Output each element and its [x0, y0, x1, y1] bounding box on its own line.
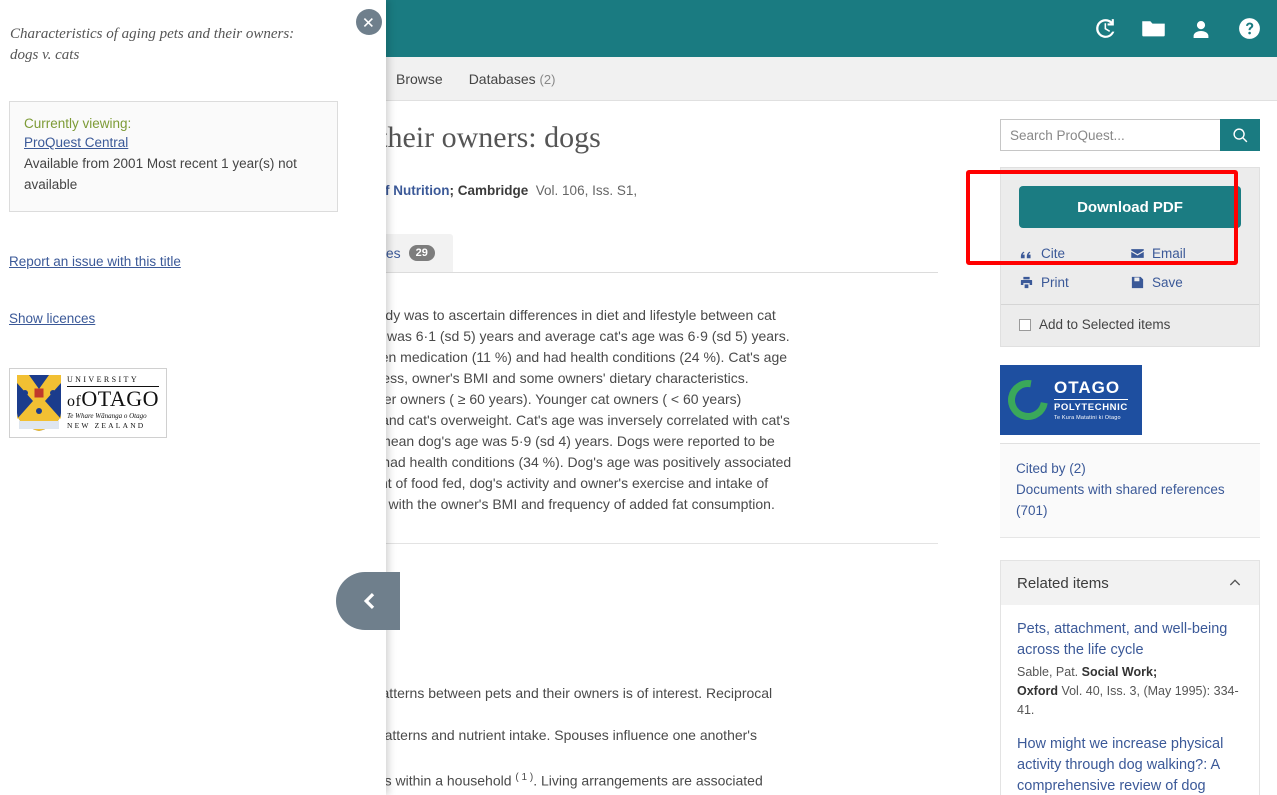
nav-items: Browse Databases (2) — [396, 57, 555, 101]
add-to-selected-items-row[interactable]: Add to Selected items — [1019, 305, 1241, 346]
print-action[interactable]: Print — [1019, 275, 1130, 290]
body-line-3b: . Living arrangements are associated — [533, 772, 763, 789]
related-items-header[interactable]: Related items — [1001, 561, 1259, 605]
otago-line2: ofOTAGO — [67, 388, 159, 410]
overlay-title: Characteristics of aging pets and their … — [10, 26, 295, 63]
document-actions-card: Download PDF Cite Email Print Save Add t… — [1000, 167, 1260, 347]
related-item-author: Sable, Pat. — [1017, 665, 1079, 679]
related-item-journal: Social Work; — [1081, 665, 1158, 679]
header-icon-group — [1091, 0, 1263, 57]
otago-polytechnic-logo: OTAGO POLYTECHNIC Te Kura Matatini ki Ot… — [1000, 365, 1142, 435]
search-icon — [1232, 127, 1247, 142]
report-issue-link[interactable]: Report an issue with this title — [9, 254, 386, 269]
university-of-otago-logo: UNIVERSITY ofOTAGO Te Whare Wānanga o Ot… — [9, 368, 167, 438]
related-items-list: Pets, attachment, and well-being across … — [1001, 605, 1259, 795]
otago-line3: Te Whare Wānanga o Otago — [67, 412, 147, 421]
save-action[interactable]: Save — [1130, 275, 1241, 290]
search-button[interactable] — [1220, 119, 1260, 151]
nav-item-databases-label: Databases — [468, 71, 536, 87]
proquest-central-link[interactable]: ProQuest Central — [24, 135, 323, 150]
otago-wordmark: UNIVERSITY ofOTAGO Te Whare Wānanga o Ot… — [67, 376, 160, 431]
tab-references-badge: 29 — [408, 244, 435, 261]
close-icon[interactable] — [356, 9, 382, 35]
related-item-publisher: Oxford — [1017, 684, 1058, 698]
currently-viewing-box: Currently viewing: ProQuest Central Avai… — [9, 101, 338, 212]
related-item-title[interactable]: Pets, attachment, and well-being across … — [1017, 619, 1243, 661]
source-publisher: Cambridge — [457, 182, 529, 198]
related-item-title[interactable]: How might we increase physical activity … — [1017, 734, 1243, 795]
shared-references-link[interactable]: Documents with shared references — [1016, 479, 1244, 500]
cite-action[interactable]: Cite — [1019, 246, 1130, 261]
search-row — [1000, 119, 1260, 151]
right-rail: Download PDF Cite Email Print — [1000, 101, 1260, 795]
email-action-label: Email — [1152, 246, 1186, 261]
floppy-disk-icon — [1131, 276, 1144, 289]
folder-icon[interactable] — [1139, 15, 1167, 43]
otago-of: of — [67, 393, 82, 411]
email-action[interactable]: Email — [1130, 246, 1241, 261]
add-to-selected-items-label: Add to Selected items — [1039, 317, 1171, 332]
search-input[interactable] — [1000, 119, 1220, 151]
nav-item-browse-label: Browse — [396, 71, 443, 87]
print-action-label: Print — [1041, 275, 1069, 290]
show-licences-link[interactable]: Show licences — [9, 311, 386, 326]
recent-searches-icon[interactable] — [1091, 15, 1119, 43]
otago-poly-line1: OTAGO — [1054, 378, 1121, 397]
cited-by-link[interactable]: Cited by (2) — [1016, 458, 1244, 479]
availability-overlay-panel: Characteristics of aging pets and their … — [0, 0, 386, 795]
availability-note: Available from 2001 Most recent 1 year(s… — [24, 156, 297, 192]
otago-poly-line3: Te Kura Matatini ki Otago — [1054, 414, 1121, 421]
nav-item-databases[interactable]: Databases (2) — [469, 71, 556, 87]
related-items-heading: Related items — [1017, 574, 1109, 592]
source-publisher-sep: ; — [449, 182, 458, 198]
cite-action-label: Cite — [1041, 246, 1066, 261]
envelope-icon — [1131, 249, 1144, 258]
list-item: Pets, attachment, and well-being across … — [1017, 619, 1243, 720]
app-root: Browse Databases (2) g pets and their ow… — [0, 0, 1277, 795]
nav-item-browse[interactable]: Browse — [396, 71, 443, 87]
chevron-up-icon[interactable] — [1227, 575, 1243, 591]
action-grid: Cite Email Print Save — [1019, 246, 1241, 304]
source-volume: Vol. 106, Iss. S1, — [535, 182, 638, 198]
related-item-meta: Sable, Pat. Social Work; Oxford Vol. 40,… — [1017, 663, 1243, 720]
list-item: How might we increase physical activity … — [1017, 734, 1243, 795]
collapse-panel-button[interactable] — [336, 572, 400, 630]
add-to-selected-items-checkbox[interactable] — [1019, 318, 1031, 331]
download-pdf-button[interactable]: Download PDF — [1019, 186, 1241, 228]
related-items-card: Related items Pets, attachment, and well… — [1000, 560, 1260, 795]
otago-crest-icon — [17, 375, 61, 431]
rail-links-card: Cited by (2) Documents with shared refer… — [1000, 444, 1260, 538]
shared-references-count[interactable]: (701) — [1016, 500, 1244, 521]
currently-viewing-heading: Currently viewing: — [24, 116, 132, 131]
help-icon[interactable] — [1235, 15, 1263, 43]
otago-line4: NEW ZEALAND — [67, 421, 146, 431]
body-footnote-ref[interactable]: ( 1 ) — [515, 772, 533, 783]
nav-item-databases-count: (2) — [539, 72, 556, 87]
otago-poly-ring-icon — [1000, 372, 1056, 428]
institution-logo-card: OTAGO POLYTECHNIC Te Kura Matatini ki Ot… — [1000, 365, 1260, 444]
chevron-left-icon — [363, 592, 375, 610]
account-icon[interactable] — [1187, 15, 1215, 43]
otago-poly-line2: POLYTECHNIC — [1054, 399, 1128, 413]
otago-poly-wordmark: OTAGO POLYTECHNIC Te Kura Matatini ki Ot… — [1054, 379, 1128, 421]
otago-name: OTAGO — [81, 386, 160, 412]
quote-icon — [1020, 251, 1031, 259]
save-action-label: Save — [1152, 275, 1183, 290]
printer-icon — [1020, 276, 1033, 289]
